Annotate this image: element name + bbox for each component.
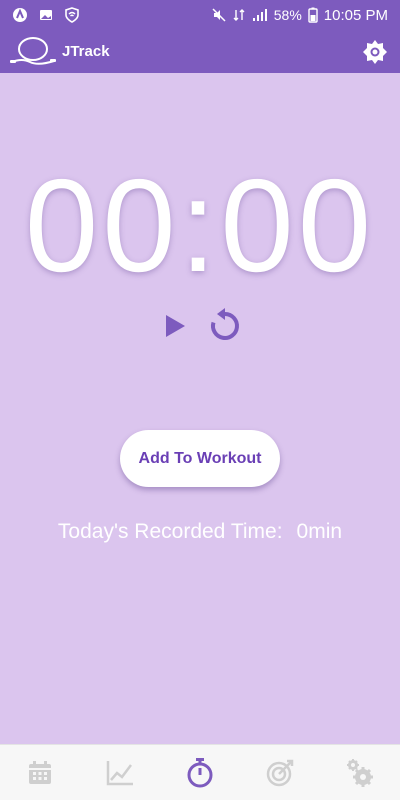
timer-display: 00:00	[24, 152, 376, 299]
play-icon	[166, 315, 185, 337]
app-settings-button[interactable]	[360, 37, 390, 67]
gear-icon	[363, 39, 387, 64]
app-title: JTrack	[62, 43, 110, 60]
status-right-icons: 58% 10:05 PM	[212, 7, 388, 24]
play-button[interactable]	[157, 306, 193, 346]
calendar-icon	[29, 760, 51, 784]
nav-item-calendar[interactable]	[20, 753, 60, 793]
nav-item-settings[interactable]	[340, 753, 380, 793]
data-icon	[233, 9, 245, 21]
nav-item-goals[interactable]	[260, 753, 300, 793]
app-notification-icon	[13, 8, 27, 22]
image-notification-icon	[40, 10, 52, 20]
add-to-workout-button[interactable]: Add To Workout	[120, 430, 280, 487]
nav-item-stats[interactable]	[100, 753, 140, 793]
battery-percent: 58%	[273, 7, 302, 23]
reset-icon	[211, 308, 239, 340]
shield-wifi-icon	[65, 7, 79, 23]
status-left-icons	[12, 7, 80, 23]
settings-icon	[347, 758, 373, 787]
app-bar: JTrack	[0, 30, 400, 73]
mute-icon	[212, 8, 226, 22]
chart-icon	[106, 760, 133, 785]
stopwatch-icon	[187, 757, 213, 787]
bottom-navigation	[0, 744, 400, 800]
nav-item-timer[interactable]	[180, 753, 220, 793]
jump-rope-logo-icon	[10, 36, 56, 65]
status-bar: 58% 10:05 PM	[0, 0, 400, 30]
timer-controls	[0, 306, 400, 346]
recorded-time: Today's Recorded Time: 0min	[0, 520, 400, 544]
signal-icon	[252, 9, 267, 21]
status-time: 10:05 PM	[323, 6, 388, 24]
battery-icon	[308, 7, 318, 23]
reset-button[interactable]	[207, 306, 243, 346]
recorded-time-label: Today's Recorded Time:	[57, 520, 283, 543]
recorded-time-value: 0min	[296, 520, 343, 543]
target-icon	[266, 759, 294, 786]
